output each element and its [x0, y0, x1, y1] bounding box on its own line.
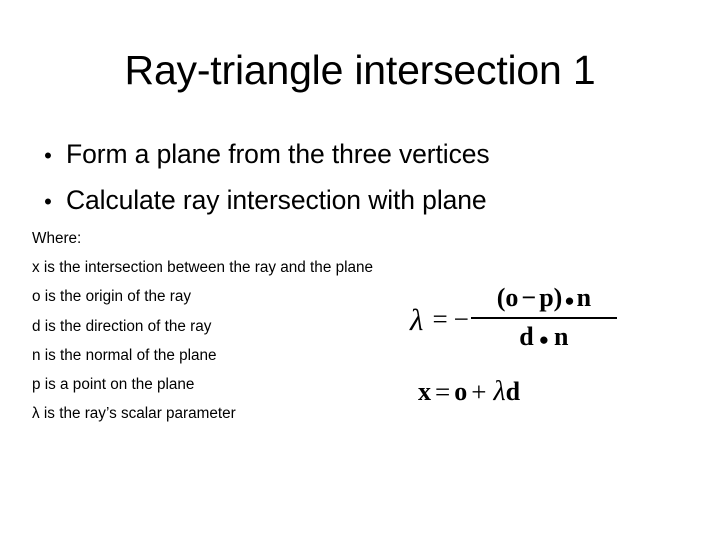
denominator-dot-product-icon: ● [538, 329, 550, 349]
presentation-slide: Ray-triangle intersection 1 • Form a pla… [0, 0, 720, 540]
point-plus-sign: + [471, 376, 487, 407]
numerator-vector-p: p [539, 282, 554, 312]
definitions-heading: Where: [32, 230, 82, 247]
denominator-vector-d: d [519, 321, 534, 351]
bullet-dot-icon: • [44, 143, 52, 168]
bullet-list: • Form a plane from the three vertices •… [30, 132, 670, 224]
numerator-minus-sign: − [521, 282, 537, 312]
bullet-item-1: • Form a plane from the three vertices [30, 132, 670, 178]
lambda-equation: λ = − (o − p) ●n d ● n [410, 282, 617, 356]
point-vector-x: x [418, 377, 431, 406]
lambda-symbol: λ [410, 301, 424, 337]
numerator-dot-product-icon: ● [564, 290, 575, 310]
definition-line-x: x is the intersection between the ray an… [32, 259, 373, 277]
bullet-item-2-label: Calculate ray intersection with plane [66, 185, 487, 215]
fraction-numerator: (o − p) ●n [491, 283, 597, 317]
point-lambda-symbol: λ [493, 376, 506, 407]
bullet-item-2: • Calculate ray intersection with plane [30, 178, 670, 224]
slide-title: Ray-triangle intersection 1 [124, 47, 596, 93]
bullet-dot-icon: • [44, 189, 52, 214]
point-vector-d: d [505, 377, 521, 406]
point-vector-o: o [454, 377, 468, 406]
equals-sign: = [432, 303, 448, 334]
numerator-vector-o: o [505, 282, 519, 312]
point-equals-sign: = [435, 376, 451, 407]
negation-sign: − [453, 303, 469, 334]
point-equation: x = o + λ d [418, 378, 520, 406]
numerator-vector-n: n [576, 282, 592, 312]
denominator-vector-n: n [554, 321, 569, 351]
fraction-denominator: d ● n [513, 319, 574, 356]
fraction: (o − p) ●n d ● n [470, 283, 617, 356]
bullet-item-1-label: Form a plane from the three vertices [66, 139, 490, 169]
